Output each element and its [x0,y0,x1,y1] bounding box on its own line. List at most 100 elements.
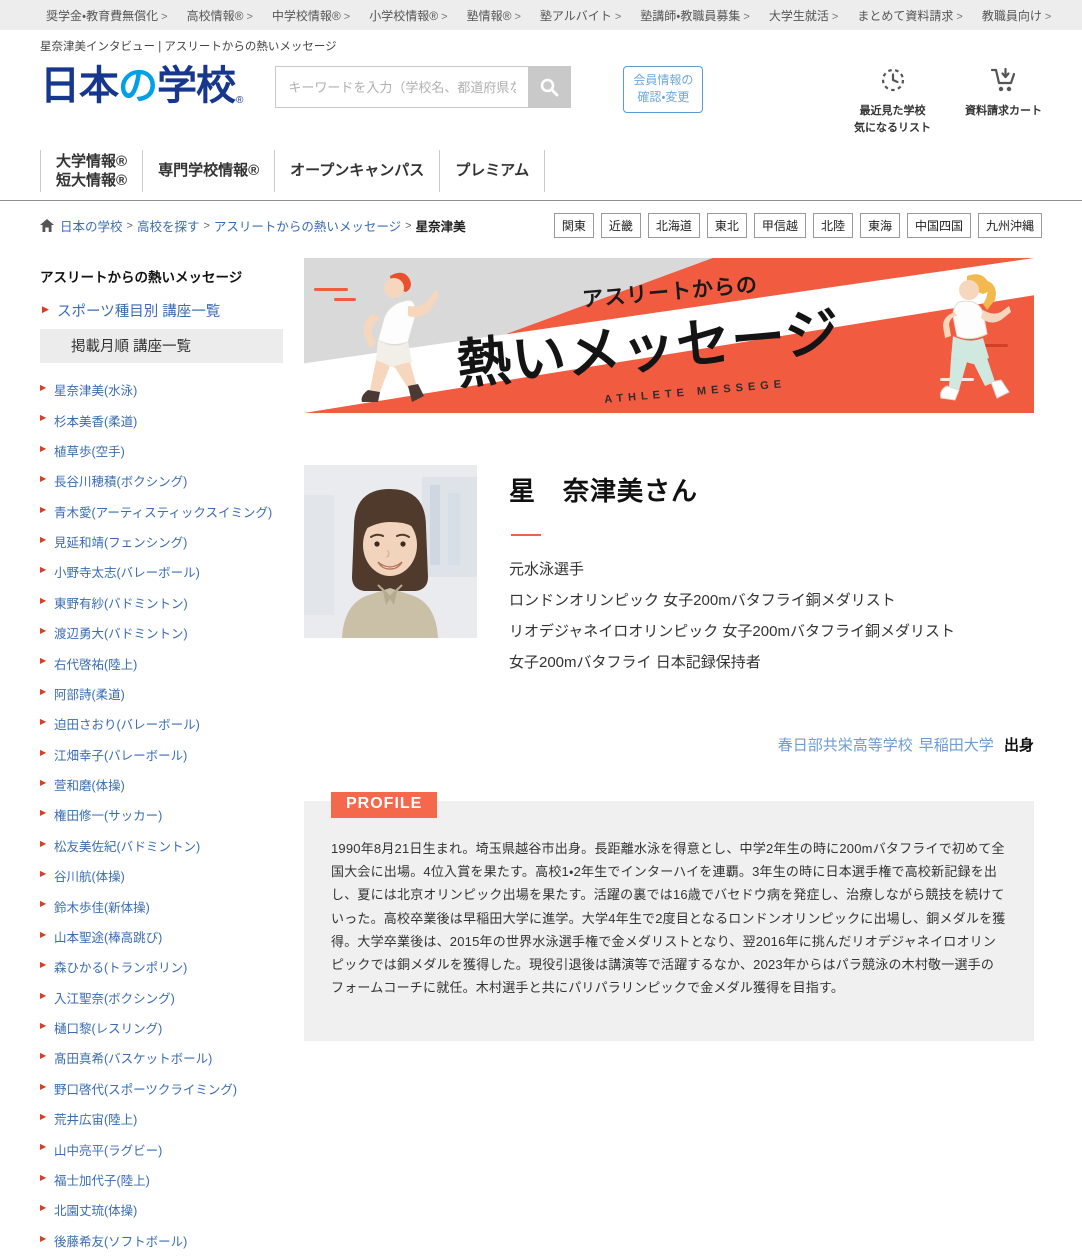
top-bar-link[interactable]: 塾情報® [467,7,521,24]
orange-rule [511,534,541,536]
school-suffix: 出身 [1004,737,1034,754]
region-button[interactable]: 北陸 [813,213,853,238]
recent-schools-button[interactable]: 最近見た学校 気になるリスト [854,66,931,136]
breadcrumb-item: 高校を探す > [137,216,214,235]
athlete-link[interactable]: 樋口黎(レスリング) [54,1022,162,1036]
athlete-list-item: 萱和磨(体操) [40,770,283,800]
athlete-photo [304,465,477,638]
top-bar-link[interactable]: 高校情報® [187,7,253,24]
athlete-link[interactable]: 渡辺勇大(バドミントン) [54,627,188,641]
nav-tab[interactable]: オープンキャンパス [274,150,439,192]
athlete-link[interactable]: 江畑幸子(バレーボール) [54,749,187,763]
top-bar-link[interactable]: 大学生就活 [769,7,839,24]
athlete-link[interactable]: 山本聖途(棒高跳び) [54,931,162,945]
main-area: アスリートからの 熱いメッセージ ATHLETE MESSEGE [304,258,1034,1041]
athlete-link[interactable]: 後藤希友(ソフトボール) [54,1235,187,1249]
breadcrumb-item: 日本の学校 > [60,216,137,235]
breadcrumb-item: 星奈津美 > [416,216,466,235]
athlete-list-item: 権田修一(サッカー) [40,800,283,830]
athlete-link[interactable]: 星奈津美(水泳) [54,384,137,398]
page-subtitle: 星奈津美インタビュー | アスリートからの熱いメッセージ [40,38,1082,54]
region-button[interactable]: 東海 [860,213,900,238]
profile-badge: PROFILE [331,792,437,818]
athlete-link[interactable]: 荒井広宙(陸上) [54,1113,137,1127]
search-bar [275,66,571,108]
region-button[interactable]: 関東 [554,213,594,238]
sidebar-link-sport-list[interactable]: スポーツ種目別 講座一覧 [40,300,283,321]
athlete-link[interactable]: 入江聖奈(ボクシング) [54,992,175,1006]
header-right: 最近見た学校 気になるリスト 資料請求カート [854,64,1042,136]
athlete-message-banner: アスリートからの 熱いメッセージ ATHLETE MESSEGE [304,258,1034,413]
athlete-link[interactable]: 森ひかる(トランポリン) [54,961,187,975]
athlete-link[interactable]: 見延和靖(フェンシング) [54,536,187,550]
region-button[interactable]: 近畿 [601,213,641,238]
athlete-link[interactable]: 山中亮平(ラグビー) [54,1144,162,1158]
search-button[interactable] [528,67,570,107]
athlete-link[interactable]: 植草歩(空手) [54,445,125,459]
site-logo[interactable]: 日本の学校® [40,66,243,106]
athlete-list-item: 東野有紗(バドミントン) [40,588,283,618]
athlete-link[interactable]: 小野寺太志(バレーボール) [54,566,200,580]
athlete-link[interactable]: 福士加代子(陸上) [54,1174,150,1188]
top-bar-link[interactable]: 奨学金・教育費無償化 [46,7,168,24]
athlete-title-line: 女子200mバタフライ 日本記録保持者 [509,647,955,678]
athlete-list-item: 渡辺勇大(バドミントン) [40,618,283,648]
athlete-link[interactable]: 阿部詩(柔道) [54,688,125,702]
athlete-link[interactable]: 萱和磨(体操) [54,779,125,793]
athlete-link[interactable]: 右代啓祐(陸上) [54,658,137,672]
request-cart-button[interactable]: 資料請求カート [965,66,1042,120]
athlete-link[interactable]: 東野有紗(バドミントン) [54,597,188,611]
top-bar-link[interactable]: 中学校情報® [272,7,350,24]
athlete-name: 星 奈津美さん [509,471,955,508]
logo-text: 日本 [40,66,118,106]
nav-tab[interactable]: 大学情報® 短大情報® [40,150,142,192]
athlete-link[interactable]: 権田修一(サッカー) [54,809,162,823]
athlete-link[interactable]: 北園丈琉(体操) [54,1204,137,1218]
school-link[interactable]: 早稲田大学 [919,737,994,754]
athlete-link[interactable]: 谷川航(体操) [54,870,125,884]
athlete-list-item: 杉本美香(柔道) [40,405,283,435]
top-bar-link[interactable]: 塾アルバイト [540,7,621,24]
breadcrumb: 日本の学校 > 高校を探す > アスリートからの熱いメッセージ > 星奈津美 > [40,216,466,235]
athlete-link[interactable]: 松友美佐紀(バドミントン) [54,840,200,854]
top-bar-link[interactable]: 塾講師・教職員募集 [640,7,750,24]
region-button[interactable]: 甲信越 [754,213,806,238]
school-link[interactable]: 春日部共栄高等学校 [778,737,913,754]
profile-bio: 1990年8月21日生まれ。埼玉県越谷市出身。長距離水泳を得意とし、中学2年生の… [331,837,1007,999]
athlete-list-item: 見延和靖(フェンシング) [40,527,283,557]
top-bar-link[interactable]: 教職員向け [982,7,1052,24]
home-icon[interactable] [40,219,54,232]
cart-icon [989,66,1019,99]
athlete-list-item: 北園丈琉(体操) [40,1195,283,1225]
athlete-list-item: 髙田真希(バスケットボール) [40,1043,283,1073]
athlete-link[interactable]: 杉本美香(柔道) [54,415,137,429]
sidebar-link-month-list-active[interactable]: 掲載月順 講座一覧 [40,329,283,363]
profile-section: PROFILE 1990年8月21日生まれ。埼玉県越谷市出身。長距離水泳を得意と… [304,801,1034,1041]
site-header: 日本の学校® 会員情報の 確認・変更 最近見た学校 気になるリスト [0,56,1082,140]
sidebar: アスリートからの熱いメッセージ スポーツ種目別 講座一覧 掲載月順 講座一覧 星… [40,258,283,1256]
athlete-link[interactable]: 青木愛(アーティスティックスイミング) [54,506,272,520]
athlete-link[interactable]: 迫田さおり(バレーボール) [54,718,200,732]
region-button[interactable]: 中国四国 [907,213,971,238]
member-info-button[interactable]: 会員情報の 確認・変更 [623,66,703,113]
region-button[interactable]: 東北 [707,213,747,238]
athlete-title-line: リオデジャネイロオリンピック 女子200mバタフライ銅メダリスト [509,616,955,647]
athlete-list-item: 阿部詩(柔道) [40,679,283,709]
athlete-link[interactable]: 鈴木歩佳(新体操) [54,901,150,915]
region-button[interactable]: 北海道 [648,213,700,238]
top-bar-link[interactable]: まとめて資料請求 [857,7,963,24]
athlete-link[interactable]: 野口啓代(スポーツクライミング) [54,1083,237,1097]
top-bar-link[interactable]: 小学校情報® [369,7,447,24]
search-input[interactable] [276,67,528,107]
school-origin-line: 春日部共栄高等学校早稲田大学 出身 [304,734,1034,755]
athlete-list-item: 入江聖奈(ボクシング) [40,983,283,1013]
athlete-title-line: 元水泳選手 [509,554,955,585]
region-button[interactable]: 九州沖縄 [978,213,1042,238]
athlete-list-item: 迫田さおり(バレーボール) [40,709,283,739]
nav-tab[interactable]: プレミアム [439,150,545,192]
athlete-link[interactable]: 長谷川穂積(ボクシング) [54,475,187,489]
nav-tab[interactable]: 専門学校情報® [142,150,274,192]
sidebar-title: アスリートからの熱いメッセージ [40,266,283,286]
athlete-list-item: 福士加代子(陸上) [40,1165,283,1195]
athlete-link[interactable]: 髙田真希(バスケットボール) [54,1052,212,1066]
